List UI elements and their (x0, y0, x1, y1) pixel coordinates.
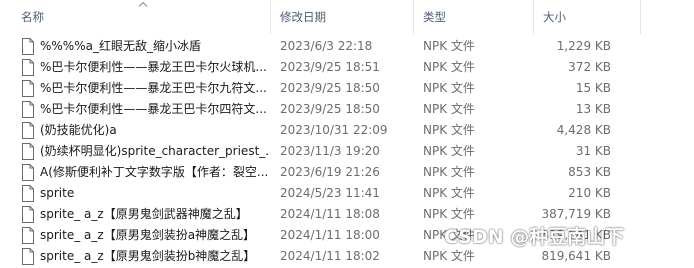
file-type: NPK 文件 (423, 165, 475, 179)
column-divider[interactable] (640, 0, 641, 34)
file-size: 15 KB (575, 81, 611, 95)
file-type: NPK 文件 (423, 207, 475, 221)
file-name: %巴卡尔便利性——暴龙王巴卡尔四符文... (40, 102, 267, 116)
column-divider[interactable] (413, 0, 414, 34)
file-row[interactable]: (奶续杯明显化)sprite_character_priest_... 2023… (0, 141, 694, 162)
file-icon (22, 59, 34, 76)
file-row[interactable]: %巴卡尔便利性——暴龙王巴卡尔四符文... 2023/9/25 18:50 NP… (0, 99, 694, 120)
file-type: NPK 文件 (423, 81, 475, 95)
file-modified-date: 2024/1/11 18:00 (280, 228, 380, 242)
file-icon (22, 38, 34, 55)
file-size: 387,719 KB (541, 207, 611, 221)
file-row[interactable]: %巴卡尔便利性——暴龙王巴卡尔火球机... 2023/9/25 18:51 NP… (0, 57, 694, 78)
file-icon (22, 164, 34, 181)
file-type: NPK 文件 (423, 60, 475, 74)
column-header-name[interactable]: 名称 (21, 9, 44, 25)
file-type: NPK 文件 (423, 102, 475, 116)
file-icon (22, 185, 34, 202)
file-name: %巴卡尔便利性——暴龙王巴卡尔九符文... (40, 81, 267, 95)
sort-ascending-icon[interactable] (137, 0, 149, 8)
file-icon (22, 206, 34, 223)
file-name: sprite_ a_z【原男鬼剑装扮a神魔之乱】 (40, 228, 256, 242)
file-size: 1,229 KB (556, 39, 611, 53)
file-name: sprite_ a_z【原男鬼剑武器神魔之乱】 (40, 207, 248, 221)
column-header-bar: 名称 修改日期 类型 大小 (0, 0, 694, 34)
column-header-size[interactable]: 大小 (543, 9, 566, 25)
file-name: sprite_ a_z【原男鬼剑装扮b神魔之乱】 (40, 249, 256, 263)
file-type: NPK 文件 (423, 123, 475, 137)
file-size: 210 KB (568, 186, 611, 200)
csdn-watermark: CSDN @种豆南山下 (444, 226, 625, 248)
file-size: 31 KB (575, 144, 611, 158)
column-divider[interactable] (533, 0, 534, 34)
file-row[interactable]: sprite_ a_z【原男鬼剑武器神魔之乱】 2024/1/11 18:08 … (0, 204, 694, 225)
file-type: NPK 文件 (423, 39, 475, 53)
file-modified-date: 2023/9/25 18:50 (280, 81, 380, 95)
file-icon (22, 143, 34, 160)
file-row[interactable]: %%%%a_红眼无敌_缩小冰盾 2023/6/3 22:18 NPK 文件 1,… (0, 36, 694, 57)
file-row[interactable]: (奶技能优化)a 2023/10/31 22:09 NPK 文件 4,428 K… (0, 120, 694, 141)
file-modified-date: 2024/1/11 18:08 (280, 207, 380, 221)
file-modified-date: 2023/9/25 18:51 (280, 60, 380, 74)
file-modified-date: 2024/1/11 18:02 (280, 249, 380, 263)
file-modified-date: 2023/6/19 21:26 (280, 165, 380, 179)
file-row[interactable]: %巴卡尔便利性——暴龙王巴卡尔九符文... 2023/9/25 18:50 NP… (0, 78, 694, 99)
file-name: (奶续杯明显化)sprite_character_priest_... (40, 144, 270, 158)
column-header-date[interactable]: 修改日期 (280, 9, 326, 25)
file-name: %%%%a_红眼无敌_缩小冰盾 (40, 39, 201, 53)
file-modified-date: 2023/9/25 18:50 (280, 102, 380, 116)
column-divider[interactable] (270, 0, 271, 34)
file-name: A(修斯便利补丁文字数字版【作者：裂空... (40, 165, 269, 179)
file-row[interactable]: sprite 2024/5/23 11:41 NPK 文件 210 KB (0, 183, 694, 204)
file-row[interactable]: A(修斯便利补丁文字数字版【作者：裂空... 2023/6/19 21:26 N… (0, 162, 694, 183)
file-modified-date: 2023/11/3 19:20 (280, 144, 380, 158)
file-icon (22, 122, 34, 139)
column-header-type[interactable]: 类型 (423, 9, 446, 25)
file-size: 13 KB (575, 102, 611, 116)
file-icon (22, 227, 34, 244)
file-name: (奶技能优化)a (40, 123, 117, 137)
file-type: NPK 文件 (423, 144, 475, 158)
file-modified-date: 2024/5/23 11:41 (280, 186, 380, 200)
file-icon (22, 248, 34, 265)
file-name: sprite (40, 186, 75, 200)
file-name: %巴卡尔便利性——暴龙王巴卡尔火球机... (40, 60, 267, 74)
file-icon (22, 101, 34, 118)
file-size: 4,428 KB (556, 123, 611, 137)
file-size: 372 KB (568, 60, 611, 74)
file-size: 853 KB (568, 165, 611, 179)
file-icon (22, 80, 34, 97)
file-modified-date: 2023/6/3 22:18 (280, 39, 373, 53)
file-type: NPK 文件 (423, 186, 475, 200)
file-modified-date: 2023/10/31 22:09 (280, 123, 388, 137)
